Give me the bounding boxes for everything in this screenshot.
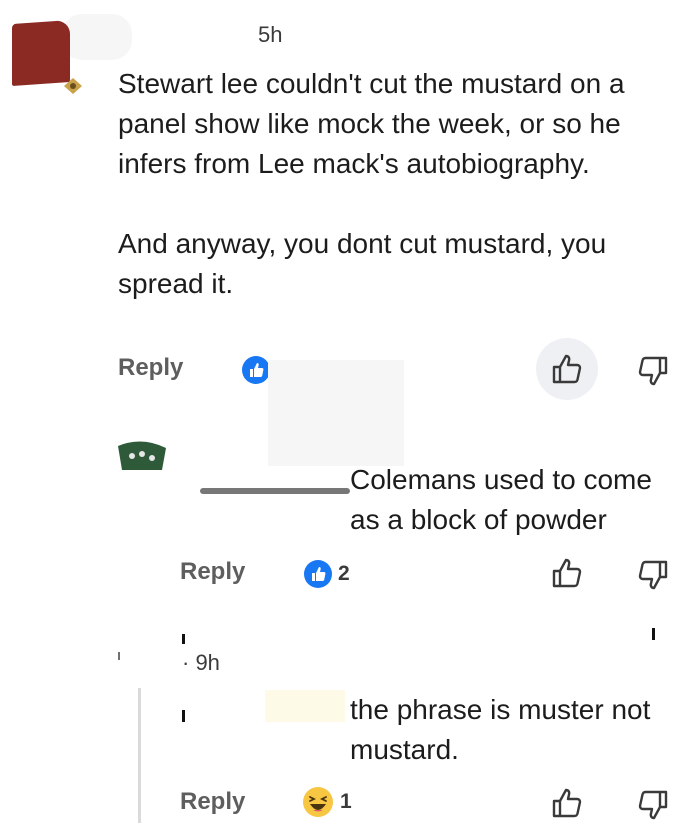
redacted-mark	[652, 628, 655, 640]
redacted-area	[268, 360, 404, 466]
comment-text: the phrase is muster not mustard.	[350, 694, 651, 765]
thumbs-down-icon[interactable]	[636, 788, 670, 822]
haha-reaction-icon	[303, 787, 333, 817]
comment-text: Colemans used to come as a block of powd…	[350, 464, 652, 535]
comment-paragraph: And anyway, you dont cut mustard, you sp…	[118, 228, 607, 299]
comment-timestamp: 5h	[258, 22, 283, 47]
reaction-summary[interactable]: 1	[302, 786, 352, 818]
like-reaction-icon	[304, 560, 332, 588]
comment-body: the phrase is muster not mustard.	[180, 690, 680, 770]
redacted-mark	[118, 652, 120, 660]
redacted-mark	[182, 634, 185, 644]
thumbs-up-icon[interactable]	[550, 786, 584, 820]
comment-paragraph: Stewart lee couldn't cut the mustard on …	[118, 68, 625, 179]
avatar-redacted-area	[62, 14, 132, 60]
thumbs-up-icon[interactable]	[550, 556, 584, 590]
thumbs-down-icon[interactable]	[636, 354, 670, 388]
comment-body: Stewart lee couldn't cut the mustard on …	[118, 64, 678, 304]
reply-button[interactable]: Reply	[180, 788, 245, 816]
comment-timestamp: · 9h	[182, 650, 220, 675]
thumbs-up-icon[interactable]	[550, 352, 584, 386]
reply-button[interactable]: Reply	[180, 558, 245, 586]
reply-button[interactable]: Reply	[118, 354, 183, 382]
avatar[interactable]	[118, 440, 166, 470]
badge-icon	[64, 78, 82, 94]
reaction-count: 1	[340, 790, 352, 813]
thumbs-down-icon[interactable]	[636, 558, 670, 592]
avatar[interactable]	[12, 19, 70, 87]
reaction-summary[interactable]: 2	[304, 560, 350, 588]
like-reaction-icon	[242, 356, 270, 384]
reaction-count: 2	[338, 562, 350, 585]
comment-body: Colemans used to come as a block of powd…	[180, 460, 680, 540]
thread-line	[138, 688, 141, 823]
